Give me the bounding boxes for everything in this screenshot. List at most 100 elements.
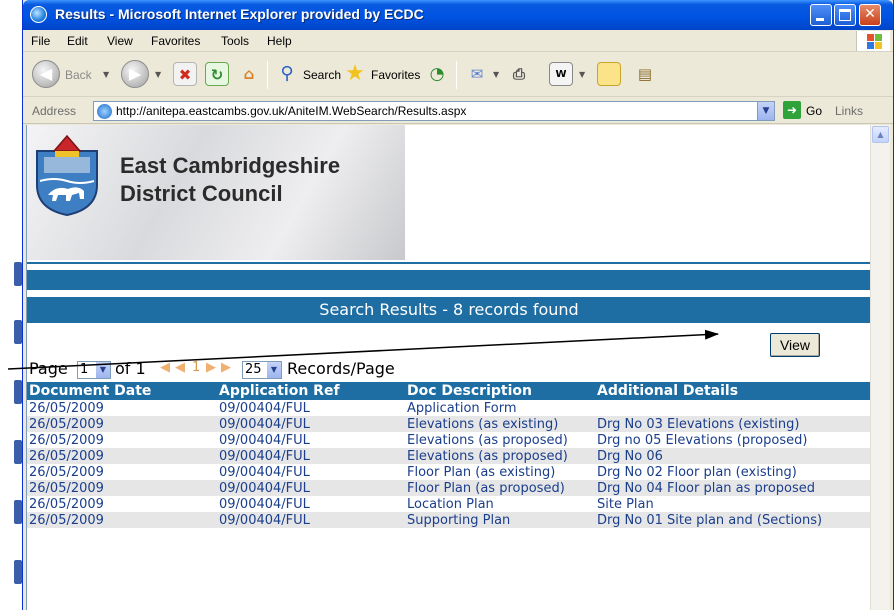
additional-details-cell: Drg No 04 Floor plan as proposed: [595, 480, 870, 496]
strip-marker: [14, 560, 22, 584]
address-bar: Address http://anitepa.eastcambs.gov.uk/…: [23, 98, 893, 124]
strip-marker: [14, 440, 22, 464]
strip-marker: [14, 380, 22, 404]
mail-icon[interactable]: ✉: [465, 62, 489, 86]
table-row[interactable]: 26/05/2009 09/00404/FUL Floor Plan (as p…: [27, 480, 870, 496]
column-header-application-ref[interactable]: Application Ref: [217, 382, 405, 400]
links-toolbar[interactable]: Links: [835, 104, 863, 118]
strip-marker: [14, 320, 22, 344]
favorites-star-icon[interactable]: ★: [343, 62, 367, 86]
notes-icon[interactable]: [597, 62, 621, 86]
stop-icon[interactable]: ✖: [173, 62, 197, 86]
doc-description-link[interactable]: Floor Plan (as existing): [405, 464, 595, 480]
address-input[interactable]: http://anitepa.eastcambs.gov.uk/AniteIM.…: [93, 101, 775, 121]
doc-description-link[interactable]: Floor Plan (as proposed): [405, 480, 595, 496]
application-ref-cell: 09/00404/FUL: [217, 448, 405, 464]
maximize-icon: [839, 9, 851, 21]
strip-marker: [14, 500, 22, 524]
additional-details-cell: Drg No 01 Site plan and (Sections): [595, 512, 870, 528]
first-page-icon[interactable]: ◀: [160, 360, 170, 375]
home-icon[interactable]: ⌂: [237, 62, 261, 86]
address-url[interactable]: http://anitepa.eastcambs.gov.uk/AniteIM.…: [116, 104, 466, 118]
additional-details-cell: Drg No 06: [595, 448, 870, 464]
research-icon[interactable]: ▤: [633, 62, 657, 86]
address-dropdown-icon[interactable]: ▼: [757, 102, 774, 120]
column-header-document-date[interactable]: Document Date: [27, 382, 217, 400]
view-button[interactable]: View: [770, 333, 820, 357]
search-icon[interactable]: ⚲: [275, 62, 299, 86]
table-row[interactable]: 26/05/2009 09/00404/FUL Elevations (as e…: [27, 416, 870, 432]
forward-icon[interactable]: ▶: [121, 60, 149, 88]
application-ref-cell: 09/00404/FUL: [217, 416, 405, 432]
column-header-additional-details[interactable]: Additional Details: [595, 382, 870, 400]
go-arrow-icon[interactable]: ➜: [783, 101, 801, 119]
page-select[interactable]: 1 ▼: [77, 361, 111, 379]
records-per-page-select[interactable]: 25 ▼: [242, 361, 282, 379]
maximize-button[interactable]: [834, 4, 856, 26]
table-row[interactable]: 26/05/2009 09/00404/FUL Location Plan Si…: [27, 496, 870, 512]
go-button[interactable]: Go: [806, 104, 822, 118]
title-bar[interactable]: Results - Microsoft Internet Explorer pr…: [23, 0, 893, 30]
menu-view[interactable]: View: [107, 34, 133, 48]
history-icon[interactable]: ◔: [425, 62, 449, 86]
page-label: Page: [29, 359, 68, 378]
page-content: East Cambridgeshire District Council Sea…: [26, 125, 870, 610]
back-dropdown-icon[interactable]: ▼: [103, 70, 109, 79]
banner-divider: [27, 262, 870, 264]
background-window-strip: [0, 0, 22, 610]
chevron-down-icon: ▼: [96, 362, 110, 378]
doc-description-link[interactable]: Elevations (as proposed): [405, 448, 595, 464]
doc-description-link[interactable]: Location Plan: [405, 496, 595, 512]
toolbar-separator: [456, 61, 457, 89]
browser-window: Results - Microsoft Internet Explorer pr…: [22, 0, 894, 610]
table-row[interactable]: 26/05/2009 09/00404/FUL Application Form: [27, 400, 870, 416]
doc-description-link[interactable]: Elevations (as existing): [405, 416, 595, 432]
favorites-button-label[interactable]: Favorites: [371, 68, 420, 82]
menu-file[interactable]: File: [31, 34, 50, 48]
print-icon[interactable]: ⎙: [507, 62, 531, 86]
next-page-icon[interactable]: ▶: [206, 360, 216, 375]
application-ref-cell: 09/00404/FUL: [217, 512, 405, 528]
table-row[interactable]: 26/05/2009 09/00404/FUL Supporting Plan …: [27, 512, 870, 528]
logo-quadrant: [867, 34, 874, 41]
word-icon[interactable]: W: [549, 62, 573, 86]
search-button-label[interactable]: Search: [303, 68, 341, 82]
additional-details-cell: Drg No 03 Elevations (existing): [595, 416, 870, 432]
previous-page-icon[interactable]: ◀: [175, 360, 185, 375]
back-button-label[interactable]: Back: [65, 68, 92, 82]
last-page-icon[interactable]: ▶: [221, 360, 231, 375]
table-row[interactable]: 26/05/2009 09/00404/FUL Elevations (as p…: [27, 448, 870, 464]
back-icon[interactable]: ◀: [32, 60, 60, 88]
menu-bar: File Edit View Favorites Tools Help: [23, 30, 893, 52]
doc-description-link[interactable]: Elevations (as proposed): [405, 432, 595, 448]
menu-help[interactable]: Help: [267, 34, 292, 48]
results-header: Search Results - 8 records found: [27, 297, 870, 323]
column-header-doc-description[interactable]: Doc Description: [405, 382, 595, 400]
council-banner: East Cambridgeshire District Council: [27, 125, 405, 260]
application-ref-cell: 09/00404/FUL: [217, 432, 405, 448]
close-icon: ✕: [864, 6, 876, 22]
document-date-cell: 26/05/2009: [27, 416, 217, 432]
doc-description-link[interactable]: Supporting Plan: [405, 512, 595, 528]
table-row[interactable]: 26/05/2009 09/00404/FUL Floor Plan (as e…: [27, 464, 870, 480]
windows-logo-icon: [856, 31, 890, 51]
menu-edit[interactable]: Edit: [67, 34, 88, 48]
menu-tools[interactable]: Tools: [221, 34, 249, 48]
application-ref-cell: 09/00404/FUL: [217, 496, 405, 512]
logo-quadrant: [875, 42, 882, 49]
application-ref-cell: 09/00404/FUL: [217, 464, 405, 480]
table-row[interactable]: 26/05/2009 09/00404/FUL Elevations (as p…: [27, 432, 870, 448]
scroll-up-icon[interactable]: ▲: [872, 126, 889, 143]
doc-description-link[interactable]: Application Form: [405, 400, 595, 416]
forward-dropdown-icon[interactable]: ▼: [155, 70, 161, 79]
close-button[interactable]: ✕: [859, 4, 881, 26]
strip-marker: [14, 262, 22, 286]
menu-favorites[interactable]: Favorites: [151, 34, 200, 48]
refresh-icon[interactable]: ↻: [205, 62, 229, 86]
document-date-cell: 26/05/2009: [27, 432, 217, 448]
minimize-button[interactable]: [810, 4, 832, 26]
navigation-band: [27, 270, 870, 290]
vertical-scrollbar[interactable]: ▲: [870, 125, 890, 610]
edit-dropdown-icon[interactable]: ▼: [579, 70, 585, 79]
mail-dropdown-icon[interactable]: ▼: [493, 70, 499, 79]
